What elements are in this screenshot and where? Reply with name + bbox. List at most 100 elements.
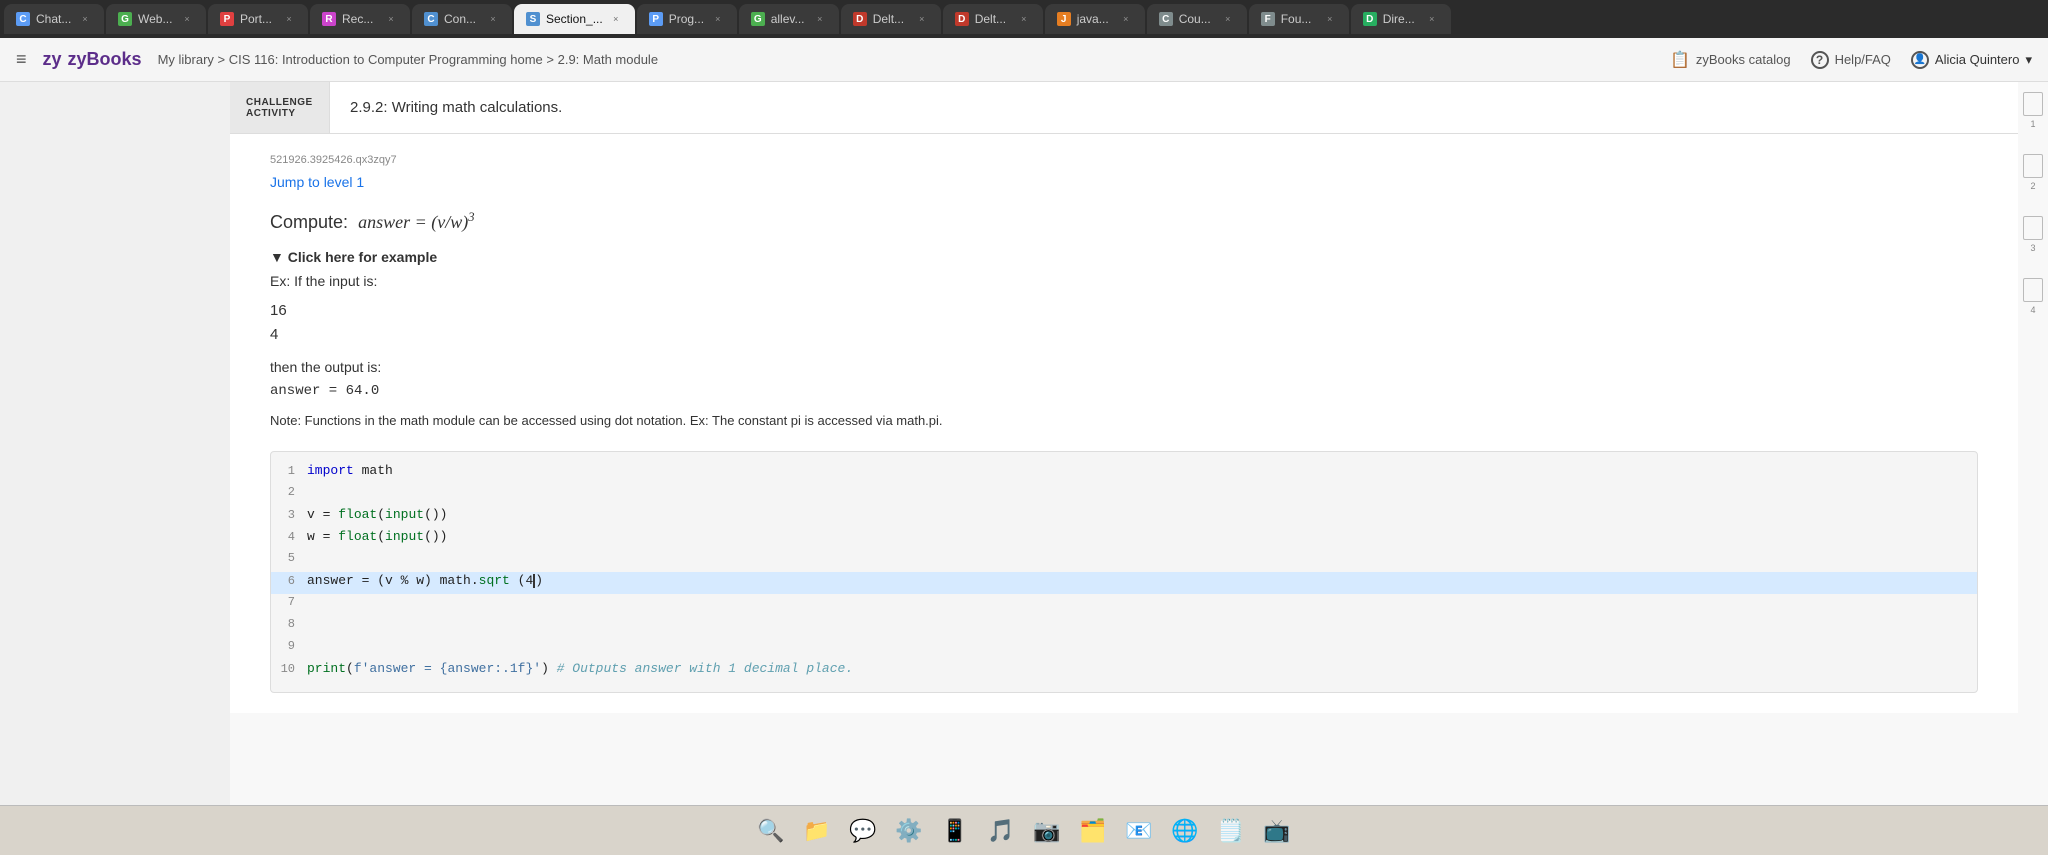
user-button[interactable]: 👤 Alicia Quintero ▾ bbox=[1911, 51, 2032, 69]
line-content-4: w = float(input()) bbox=[307, 529, 447, 544]
tab-close-delt1[interactable]: × bbox=[915, 12, 929, 26]
help-button[interactable]: ? Help/FAQ bbox=[1811, 51, 1891, 69]
code-line-1[interactable]: 1import math bbox=[271, 462, 1977, 484]
compute-line: Compute: answer = (v/w)3 bbox=[270, 210, 1978, 233]
files-dock[interactable]: 📁 bbox=[797, 811, 837, 851]
facetime-dock[interactable]: 📱 bbox=[935, 811, 975, 851]
line-number-3: 3 bbox=[271, 508, 307, 522]
search-dock[interactable]: 🔍 bbox=[751, 811, 791, 851]
tab-dire[interactable]: DDire...× bbox=[1351, 4, 1451, 34]
line-number-2: 2 bbox=[271, 485, 307, 499]
hamburger-icon[interactable]: ≡ bbox=[16, 49, 27, 70]
tab-close-allev[interactable]: × bbox=[813, 12, 827, 26]
finder-dock[interactable]: 🗂️ bbox=[1073, 811, 1113, 851]
mail-dock[interactable]: 📧 bbox=[1119, 811, 1159, 851]
logo: zyzyBooks bbox=[43, 49, 142, 70]
messages-dock[interactable]: 💬 bbox=[843, 811, 883, 851]
nav-bar: ≡ zyzyBooks My library > CIS 116: Introd… bbox=[0, 38, 2048, 82]
tab-chat[interactable]: CChat...× bbox=[4, 4, 104, 34]
code-line-9[interactable]: 9 bbox=[271, 638, 1977, 660]
tab-label-section: Section_... bbox=[546, 12, 603, 26]
chevron-down-icon: ▾ bbox=[2025, 52, 2032, 68]
tab-favicon-rec: R bbox=[322, 12, 336, 26]
tab-delt1[interactable]: DDelt...× bbox=[841, 4, 941, 34]
line-number-6: 6 bbox=[271, 574, 307, 588]
tab-close-section[interactable]: × bbox=[609, 12, 623, 26]
tab-label-web: Web... bbox=[138, 12, 172, 26]
example-intro: Ex: If the input is: bbox=[270, 273, 1978, 289]
left-sidebar bbox=[0, 82, 230, 805]
tab-favicon-port: P bbox=[220, 12, 234, 26]
tab-bar: CChat...×GWeb...×PPort...×RRec...×CCon..… bbox=[0, 0, 2048, 38]
line-content-10: print(f'answer = {answer:.1f}') # Output… bbox=[307, 661, 853, 676]
line-number-8: 8 bbox=[271, 617, 307, 631]
line-number-9: 9 bbox=[271, 639, 307, 653]
tab-close-cou[interactable]: × bbox=[1221, 12, 1235, 26]
right-marker-2[interactable]: 2 bbox=[2023, 154, 2043, 178]
tab-label-dire: Dire... bbox=[1383, 12, 1415, 26]
tab-label-cou: Cou... bbox=[1179, 12, 1211, 26]
code-line-5[interactable]: 5 bbox=[271, 550, 1977, 572]
tab-cou[interactable]: C Cou... × bbox=[1147, 4, 1247, 34]
tab-label-fou: Fou... bbox=[1281, 12, 1312, 26]
right-marker-4[interactable]: 4 bbox=[2023, 278, 2043, 302]
tab-delt2[interactable]: DDelt...× bbox=[943, 4, 1043, 34]
code-line-10[interactable]: 10print(f'answer = {answer:.1f}') # Outp… bbox=[271, 660, 1977, 682]
safari-dock[interactable]: 🌐 bbox=[1165, 811, 1205, 851]
tab-close-fou[interactable]: × bbox=[1323, 12, 1337, 26]
dock-bar: 🔍📁💬⚙️📱🎵📷🗂️📧🌐🗒️📺 bbox=[0, 805, 2048, 855]
tab-close-rec[interactable]: × bbox=[384, 12, 398, 26]
main-content: CHALLENGE ACTIVITY 2.9.2: Writing math c… bbox=[230, 82, 2018, 805]
tab-close-chat[interactable]: × bbox=[78, 12, 92, 26]
tab-close-dire[interactable]: × bbox=[1425, 12, 1439, 26]
catalog-button[interactable]: 📋 zyBooks catalog bbox=[1670, 50, 1791, 70]
nav-right: 📋 zyBooks catalog ? Help/FAQ 👤 Alicia Qu… bbox=[1670, 50, 2032, 70]
example-toggle[interactable]: ▼ Click here for example bbox=[270, 249, 1978, 265]
tab-close-delt2[interactable]: × bbox=[1017, 12, 1031, 26]
code-line-8[interactable]: 8 bbox=[271, 616, 1977, 638]
tab-close-prog[interactable]: × bbox=[711, 12, 725, 26]
line-content-3: v = float(input()) bbox=[307, 507, 447, 522]
tab-favicon-chat: C bbox=[16, 12, 30, 26]
note-text: Note: Functions in the math module can b… bbox=[270, 411, 1978, 431]
then-text: then the output is: bbox=[270, 359, 1978, 375]
tab-allev[interactable]: Gallev...× bbox=[739, 4, 839, 34]
content-body: 521926.3925426.qx3zqy7 Jump to level 1 C… bbox=[230, 134, 2018, 713]
tab-con[interactable]: CCon...× bbox=[412, 4, 512, 34]
tab-java[interactable]: Jjava...× bbox=[1045, 4, 1145, 34]
settings-dock[interactable]: ⚙️ bbox=[889, 811, 929, 851]
tab-port[interactable]: PPort...× bbox=[208, 4, 308, 34]
code-line-6[interactable]: 6answer = (v % w) math.sqrt (4) bbox=[271, 572, 1977, 594]
tab-rec[interactable]: RRec...× bbox=[310, 4, 410, 34]
tab-close-web[interactable]: × bbox=[180, 12, 194, 26]
tab-close-port[interactable]: × bbox=[282, 12, 296, 26]
right-marker-3[interactable]: 3 bbox=[2023, 216, 2043, 240]
formula: answer = (v/w)3 bbox=[358, 212, 474, 232]
activity-id: 521926.3925426.qx3zqy7 bbox=[270, 154, 1978, 166]
right-marker-1[interactable]: 1 bbox=[2023, 92, 2043, 116]
jump-to-level-link[interactable]: Jump to level 1 bbox=[270, 174, 364, 190]
music-dock[interactable]: 🎵 bbox=[981, 811, 1021, 851]
tab-favicon-fou: F bbox=[1261, 12, 1275, 26]
help-icon: ? bbox=[1811, 51, 1829, 69]
tab-prog[interactable]: PProg...× bbox=[637, 4, 737, 34]
code-line-4[interactable]: 4w = float(input()) bbox=[271, 528, 1977, 550]
photos-dock[interactable]: 📷 bbox=[1027, 811, 1067, 851]
tab-label-con: Con... bbox=[444, 12, 476, 26]
notes-dock[interactable]: 🗒️ bbox=[1211, 811, 1251, 851]
line-number-7: 7 bbox=[271, 595, 307, 609]
code-line-3[interactable]: 3v = float(input()) bbox=[271, 506, 1977, 528]
challenge-title: 2.9.2: Writing math calculations. bbox=[330, 82, 582, 133]
tab-close-java[interactable]: × bbox=[1119, 12, 1133, 26]
tab-fou[interactable]: F Fou... × bbox=[1249, 4, 1349, 34]
code-line-2[interactable]: 2 bbox=[271, 484, 1977, 506]
code-line-7[interactable]: 7 bbox=[271, 594, 1977, 616]
tab-favicon-delt2: D bbox=[955, 12, 969, 26]
tab-favicon-cou: C bbox=[1159, 12, 1173, 26]
code-editor[interactable]: 1import math23v = float(input())4w = flo… bbox=[270, 451, 1978, 693]
tab-section[interactable]: SSection_...× bbox=[514, 4, 635, 34]
tab-close-con[interactable]: × bbox=[486, 12, 500, 26]
tab-web[interactable]: GWeb...× bbox=[106, 4, 206, 34]
tv-dock[interactable]: 📺 bbox=[1257, 811, 1297, 851]
tab-label-prog: Prog... bbox=[669, 12, 704, 26]
